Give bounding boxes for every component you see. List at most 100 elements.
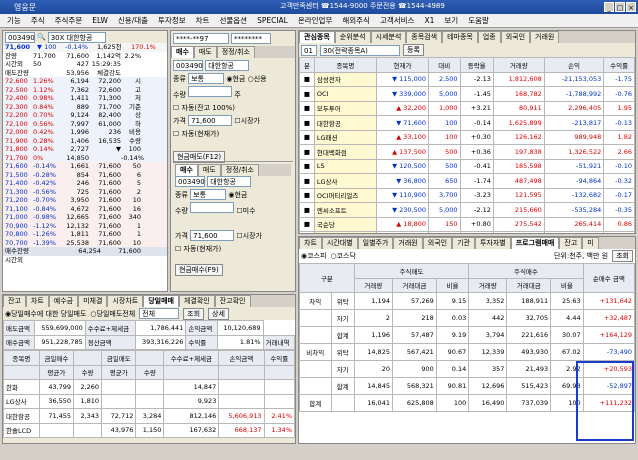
tab-bottom-2[interactable]: 예수금 xyxy=(48,295,79,307)
watchlist-row[interactable]: ■ LG패션 ▲ 33,100 100 +0.30 126,162 989,948 1.82 xyxy=(299,129,635,145)
watchlist-row[interactable]: ■ LG상사 ▼ 36,800 650 -1.74 487,498 -94,864 -0.32 xyxy=(299,173,635,189)
tab-investor-8[interactable]: 잔고 xyxy=(559,237,583,249)
watchlist-row[interactable]: ■하이닉스▼ 11,300100-0.88940,369-167,487-0.5… xyxy=(299,231,635,233)
orderbook-name[interactable]: 30X 대한항공 xyxy=(47,31,106,43)
table-row[interactable]: 한화 43,799 2,260 14,847 xyxy=(3,379,295,395)
watchlist-cell: -1.74 xyxy=(459,173,494,189)
tab-bottom-1[interactable]: 차트 xyxy=(25,295,49,307)
menu-item-4[interactable]: 신용/대출 xyxy=(113,15,153,26)
investor-row: 차익 위탁 1,194 57,269 9.15 3,352 188,911 25.63 +131… xyxy=(299,292,635,310)
column-header: 금일매수 xyxy=(38,350,75,366)
menu-item-11[interactable]: 고객서비스 xyxy=(375,15,420,26)
orderbook-cell: 71,300 xyxy=(5,187,28,196)
watchlist-cell: -1,788,992 xyxy=(543,86,605,102)
watchlist-group-select[interactable]: 30(전략종목A) xyxy=(320,44,400,56)
tab-watch-4[interactable]: 테마종목 xyxy=(442,31,478,43)
tab-investor-2[interactable]: 일별주가 xyxy=(357,237,394,249)
tab-sell[interactable]: 매도 xyxy=(193,46,217,58)
watchlist-cell: 1,812,608 xyxy=(492,71,545,87)
tab-modify[interactable]: 정정/취소 xyxy=(216,46,255,58)
order-form-panel: ****-**97 ******** 매수 매도 정정/취소 003490 대한… xyxy=(170,30,296,292)
orderbook-row: 71,100 -0.84% 4,672 71,600 16 xyxy=(3,204,167,213)
tab-investor-5[interactable]: 기관 xyxy=(452,237,475,249)
table-cell: 9,923 xyxy=(163,393,220,409)
watchlist-row[interactable]: ■ 삼성전자 ▼ 115,000 2,500 -2.13 1,812,608 -21,153… xyxy=(299,71,635,87)
qty-input[interactable] xyxy=(188,86,233,97)
maximize-icon[interactable]: □ xyxy=(615,2,625,12)
orderbook-row: 71,000 -0.98% 12,665 71,600 340 xyxy=(3,213,167,222)
tab-investor-4[interactable]: 외국인 xyxy=(422,237,453,249)
watchlist-row[interactable]: ■ 현대백화점 ▲ 137,500 500 +0.36 197,838 1,326,522 2… xyxy=(299,144,635,160)
tab-bottom-7[interactable]: 잔고확인 xyxy=(214,295,251,307)
tab-bottom-3[interactable]: 미체결 xyxy=(78,295,108,307)
tab-investor-0[interactable]: 차트 xyxy=(299,237,322,249)
order-type-select[interactable]: 보통 xyxy=(188,73,225,84)
menu-item-7[interactable]: 선물옵션 xyxy=(214,15,252,26)
menu-item-8[interactable]: SPECIAL xyxy=(252,16,293,25)
close-icon[interactable]: × xyxy=(626,2,636,12)
tab-investor-1[interactable]: 시간대별 xyxy=(321,237,358,249)
order-code[interactable]: 003490 xyxy=(173,60,203,71)
account-input[interactable]: ****-**97 xyxy=(173,33,229,44)
menu-item-13[interactable]: 보기 xyxy=(439,15,463,26)
menu-item-3[interactable]: ELW xyxy=(87,16,113,25)
register-button[interactable]: 등록 xyxy=(403,44,424,56)
orderbook-cell: 70,900 xyxy=(5,221,28,230)
investor-query-button[interactable]: 조회 xyxy=(612,250,633,262)
table-row[interactable]: LG상사 36,550 1,810 9,923 xyxy=(3,393,295,409)
watchlist-row[interactable]: ■ 모두투어 ▲ 32,200 1,000 +3.21 80,911 2,296,405 1.… xyxy=(299,100,635,116)
price-input[interactable]: 71,600 xyxy=(188,115,233,126)
tab-bottom-5[interactable]: 당일매매 xyxy=(143,295,179,307)
tab-watch-7[interactable]: 거래원 xyxy=(530,31,560,43)
menu-item-9[interactable]: 온라인업무 xyxy=(293,15,338,26)
menu-item-10[interactable]: 해외주식 xyxy=(337,15,375,26)
menu-item-1[interactable]: 주식 xyxy=(26,15,50,26)
orderbook-code-input[interactable]: 003490 xyxy=(5,31,35,43)
menu-item-2[interactable]: 주식주문 xyxy=(50,15,88,26)
menu-item-5[interactable]: 투자정보 xyxy=(153,15,191,26)
cash-buy-button[interactable]: 현금매수(F9) xyxy=(175,264,223,276)
tab-buy[interactable]: 매수 xyxy=(171,46,194,58)
orderbook-cell: 71,600 xyxy=(98,213,121,221)
tab-watch-2[interactable]: 시세분석 xyxy=(370,31,407,43)
order-name[interactable]: 대한항공 xyxy=(205,60,250,71)
menu-item-14[interactable]: 도움말 xyxy=(463,15,494,26)
orderbook-cell: -1.26% xyxy=(33,230,56,238)
orderbook-cell: -0.14% xyxy=(121,153,144,162)
orderbook-row: 71,600 -0.14% 1,661 71,600 50 xyxy=(3,162,167,171)
query-button[interactable]: 조회 xyxy=(183,307,205,320)
orderbook-cell: 1.26% xyxy=(33,77,54,85)
tab-investor-3[interactable]: 거래원 xyxy=(393,237,423,249)
watchlist-row[interactable]: ■ OCI ▼ 339,000 5,000 -1.45 168,782 -1,788,992… xyxy=(299,86,635,102)
watchlist-row[interactable]: ■ 엔씨소프트 ▼ 230,500 5,000 -2.12 215,660 -535,284… xyxy=(299,202,635,218)
tab-investor-9[interactable]: 미 xyxy=(582,237,599,249)
tab-watch-5[interactable]: 업종 xyxy=(477,31,501,43)
watchlist-row[interactable]: ■ OCI머티리얼즈 ▼ 110,900 3,700 -3.23 121,595 -132,… xyxy=(299,187,635,203)
column-header: 수량 xyxy=(73,364,103,380)
tab-watch-3[interactable]: 종목검색 xyxy=(406,31,443,43)
tab-bottom-4[interactable]: 시장차트 xyxy=(107,295,144,307)
tab-watch-6[interactable]: 외국인 xyxy=(500,31,531,43)
tab-investor-7[interactable]: 프로그램매매 xyxy=(510,237,560,249)
tab-bottom-6[interactable]: 체결확인 xyxy=(178,295,215,307)
tab-watch-1[interactable]: 순위분석 xyxy=(334,31,371,43)
orderbook-cell: 6 xyxy=(136,170,141,179)
tab-investor-6[interactable]: 투자자별 xyxy=(474,237,511,249)
password-input[interactable]: ******** xyxy=(231,33,271,44)
table-row[interactable]: 한솔LCD 43,976 1,150 167,632 668,137 1.34% xyxy=(3,422,295,438)
tab-bottom-0[interactable]: 잔고 xyxy=(3,295,26,307)
table-row[interactable]: 대한항공 71,455 2,343 72,712 3,284 812,146 5,606,9… xyxy=(3,408,295,424)
orderbook-cell: -0.70% xyxy=(33,196,56,204)
watchlist-row[interactable]: ■ 대한항공 ▼ 71,600 100 -0.14 1,625,899 -213,817 -0… xyxy=(299,115,635,131)
minimize-icon[interactable]: _ xyxy=(604,2,614,12)
watchlist-row[interactable]: ■ 국순당 ▲ 18,800 150 +0.80 275,542 265,414 0.86 xyxy=(299,216,635,232)
search-icon[interactable]: 🔍 xyxy=(37,33,46,41)
watchlist-row[interactable]: ■ LS ▼ 120,500 500 -0.41 185,598 -51,921 -0.10 xyxy=(299,158,635,174)
detail-button[interactable]: 상세 xyxy=(208,307,229,320)
menu-item-12[interactable]: X1 xyxy=(419,16,439,25)
tab-watch-0[interactable]: 관심종목 xyxy=(299,31,335,43)
investor-cell: 4.44 xyxy=(550,309,584,327)
table-cell xyxy=(263,393,295,409)
menu-item-0[interactable]: 기능 xyxy=(2,15,26,26)
menu-item-6[interactable]: 차트 xyxy=(191,15,215,26)
